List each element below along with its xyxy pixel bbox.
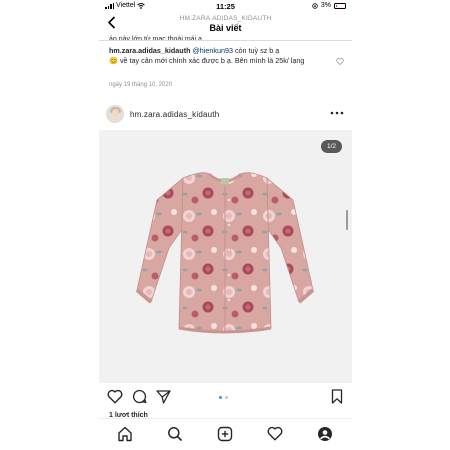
heart-icon[interactable] — [107, 389, 123, 409]
comment-text-1: còn tuỳ sz b ạ — [232, 46, 280, 55]
comment-date: ngày 19 tháng 10, 2020 — [109, 82, 173, 88]
avatar[interactable] — [106, 105, 124, 123]
carousel-dots — [219, 396, 228, 399]
battery-icon — [334, 2, 346, 9]
header-username: HM.ZARA.ADIDAS_KIDAUTH — [179, 15, 272, 22]
image-counter: 1/2 — [320, 140, 342, 153]
status-bar: Viettel 11:25 3% — [99, 0, 352, 12]
post-image[interactable]: 1/2 — [99, 130, 352, 383]
status-right: 3% — [312, 2, 346, 9]
paper-plane-icon[interactable] — [156, 389, 171, 409]
tab-bar — [99, 418, 352, 450]
activity-heart-icon[interactable] — [267, 426, 283, 446]
more-options-icon[interactable] — [330, 107, 344, 118]
add-post-icon[interactable] — [217, 426, 233, 447]
likes-count[interactable]: 1 lượt thích — [109, 411, 148, 417]
comment: hm.zara.adidas_kidauth @hienkun93 còn tu… — [109, 46, 335, 65]
battery-percent: 3% — [320, 2, 331, 9]
profile-icon[interactable] — [317, 426, 333, 447]
cardigan-photo — [135, 172, 315, 334]
comment-icon[interactable] — [132, 389, 147, 409]
avatar-face — [112, 109, 119, 117]
search-icon[interactable] — [167, 426, 183, 447]
orientation-lock-icon — [312, 2, 318, 9]
carousel-dot-active — [219, 396, 222, 399]
comment-author[interactable]: hm.zara.adidas_kidauth — [109, 46, 190, 55]
post-header: hm.zara.adidas_kidauth — [99, 102, 352, 126]
post-username[interactable]: hm.zara.adidas_kidauth — [130, 110, 219, 119]
divider — [99, 40, 352, 41]
emoji: 😊 — [109, 55, 118, 65]
instagram-post-screen: Viettel 11:25 3% HM.ZARA.ADIDAS_KIDAUTH … — [99, 0, 352, 450]
carousel-dot — [225, 396, 228, 399]
page-title: Bài viết — [209, 23, 242, 33]
comment-mention[interactable]: @hienkun93 — [192, 46, 232, 55]
comment-like-icon[interactable] — [336, 58, 344, 67]
bookmark-icon[interactable] — [331, 389, 343, 409]
scroll-indicator[interactable] — [346, 210, 348, 230]
post-actions — [99, 386, 352, 408]
home-icon[interactable] — [117, 426, 133, 447]
comment-text-2: về tay cân mới chính xác được b ạ. Bên m… — [117, 55, 305, 65]
